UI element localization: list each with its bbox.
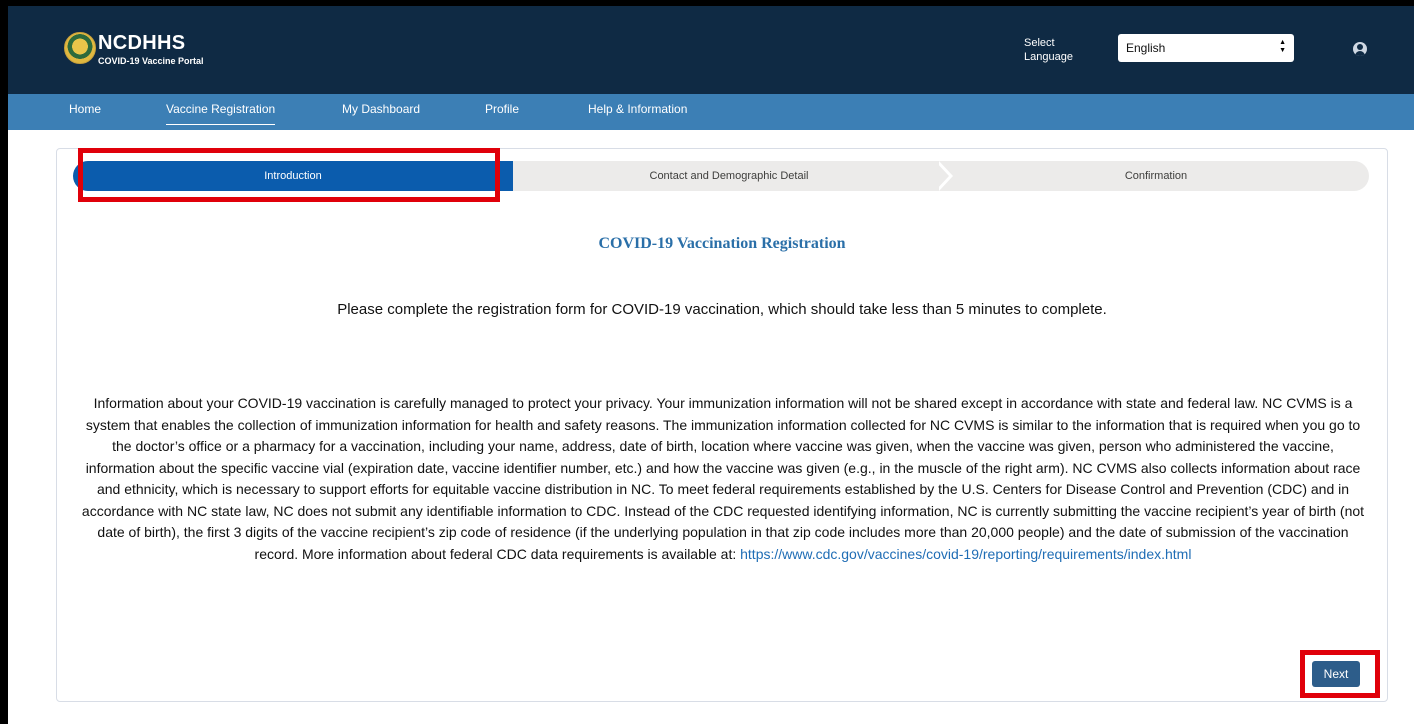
nav-item-label: Vaccine Registration [166, 94, 276, 125]
main-nav: Home Vaccine Registration My Dashboard P… [8, 94, 1414, 130]
step-confirmation[interactable]: Confirmation [935, 161, 1369, 191]
select-arrows-icon: ▲ ▼ [1279, 39, 1286, 54]
progress-path: Introduction Contact and Demographic Det… [73, 161, 1369, 191]
nav-item-label: My Dashboard [342, 102, 421, 116]
nav-item-label: Home [69, 102, 102, 116]
user-avatar-icon[interactable] [1353, 42, 1367, 56]
registration-card: Introduction Contact and Demographic Det… [56, 148, 1388, 702]
brand-subtitle: COVID-19 Vaccine Portal [98, 56, 204, 66]
privacy-statement: Information about your COVID-19 vaccinat… [77, 393, 1369, 565]
brand-title: NCDHHS [98, 32, 186, 54]
nav-item-label: Help & Information [588, 102, 688, 116]
ncdhhs-seal-logo[interactable] [64, 32, 96, 64]
nav-item-home[interactable]: Home [69, 94, 101, 130]
next-button[interactable]: Next [1312, 661, 1360, 687]
nav-item-help-information[interactable]: Help & Information [588, 94, 687, 130]
nav-item-my-dashboard[interactable]: My Dashboard [342, 94, 420, 130]
page-title: COVID-19 Vaccination Registration [598, 235, 846, 252]
nav-item-vaccine-registration[interactable]: Vaccine Registration [166, 94, 276, 130]
language-select-value: English [1126, 41, 1166, 55]
language-select[interactable]: English ▲ ▼ [1118, 34, 1294, 62]
step-introduction[interactable]: Introduction [73, 161, 527, 191]
page-frame: NCDHHS COVID-19 Vaccine Portal Select La… [8, 6, 1414, 724]
cdc-requirements-link[interactable]: https://www.cdc.gov/vaccines/covid-19/re… [740, 546, 1191, 562]
intro-text: Please complete the registration form fo… [337, 301, 1107, 318]
privacy-text: Information about your COVID-19 vaccinat… [81, 395, 1365, 562]
step-contact-demographic[interactable]: Contact and Demographic Detail [513, 161, 949, 191]
brand[interactable]: NCDHHS COVID-19 Vaccine Portal [98, 33, 204, 67]
nav-item-profile[interactable]: Profile [485, 94, 519, 130]
nav-item-label: Profile [485, 102, 520, 116]
language-label: Select Language [1024, 37, 1073, 63]
site-header: NCDHHS COVID-19 Vaccine Portal Select La… [8, 6, 1414, 94]
